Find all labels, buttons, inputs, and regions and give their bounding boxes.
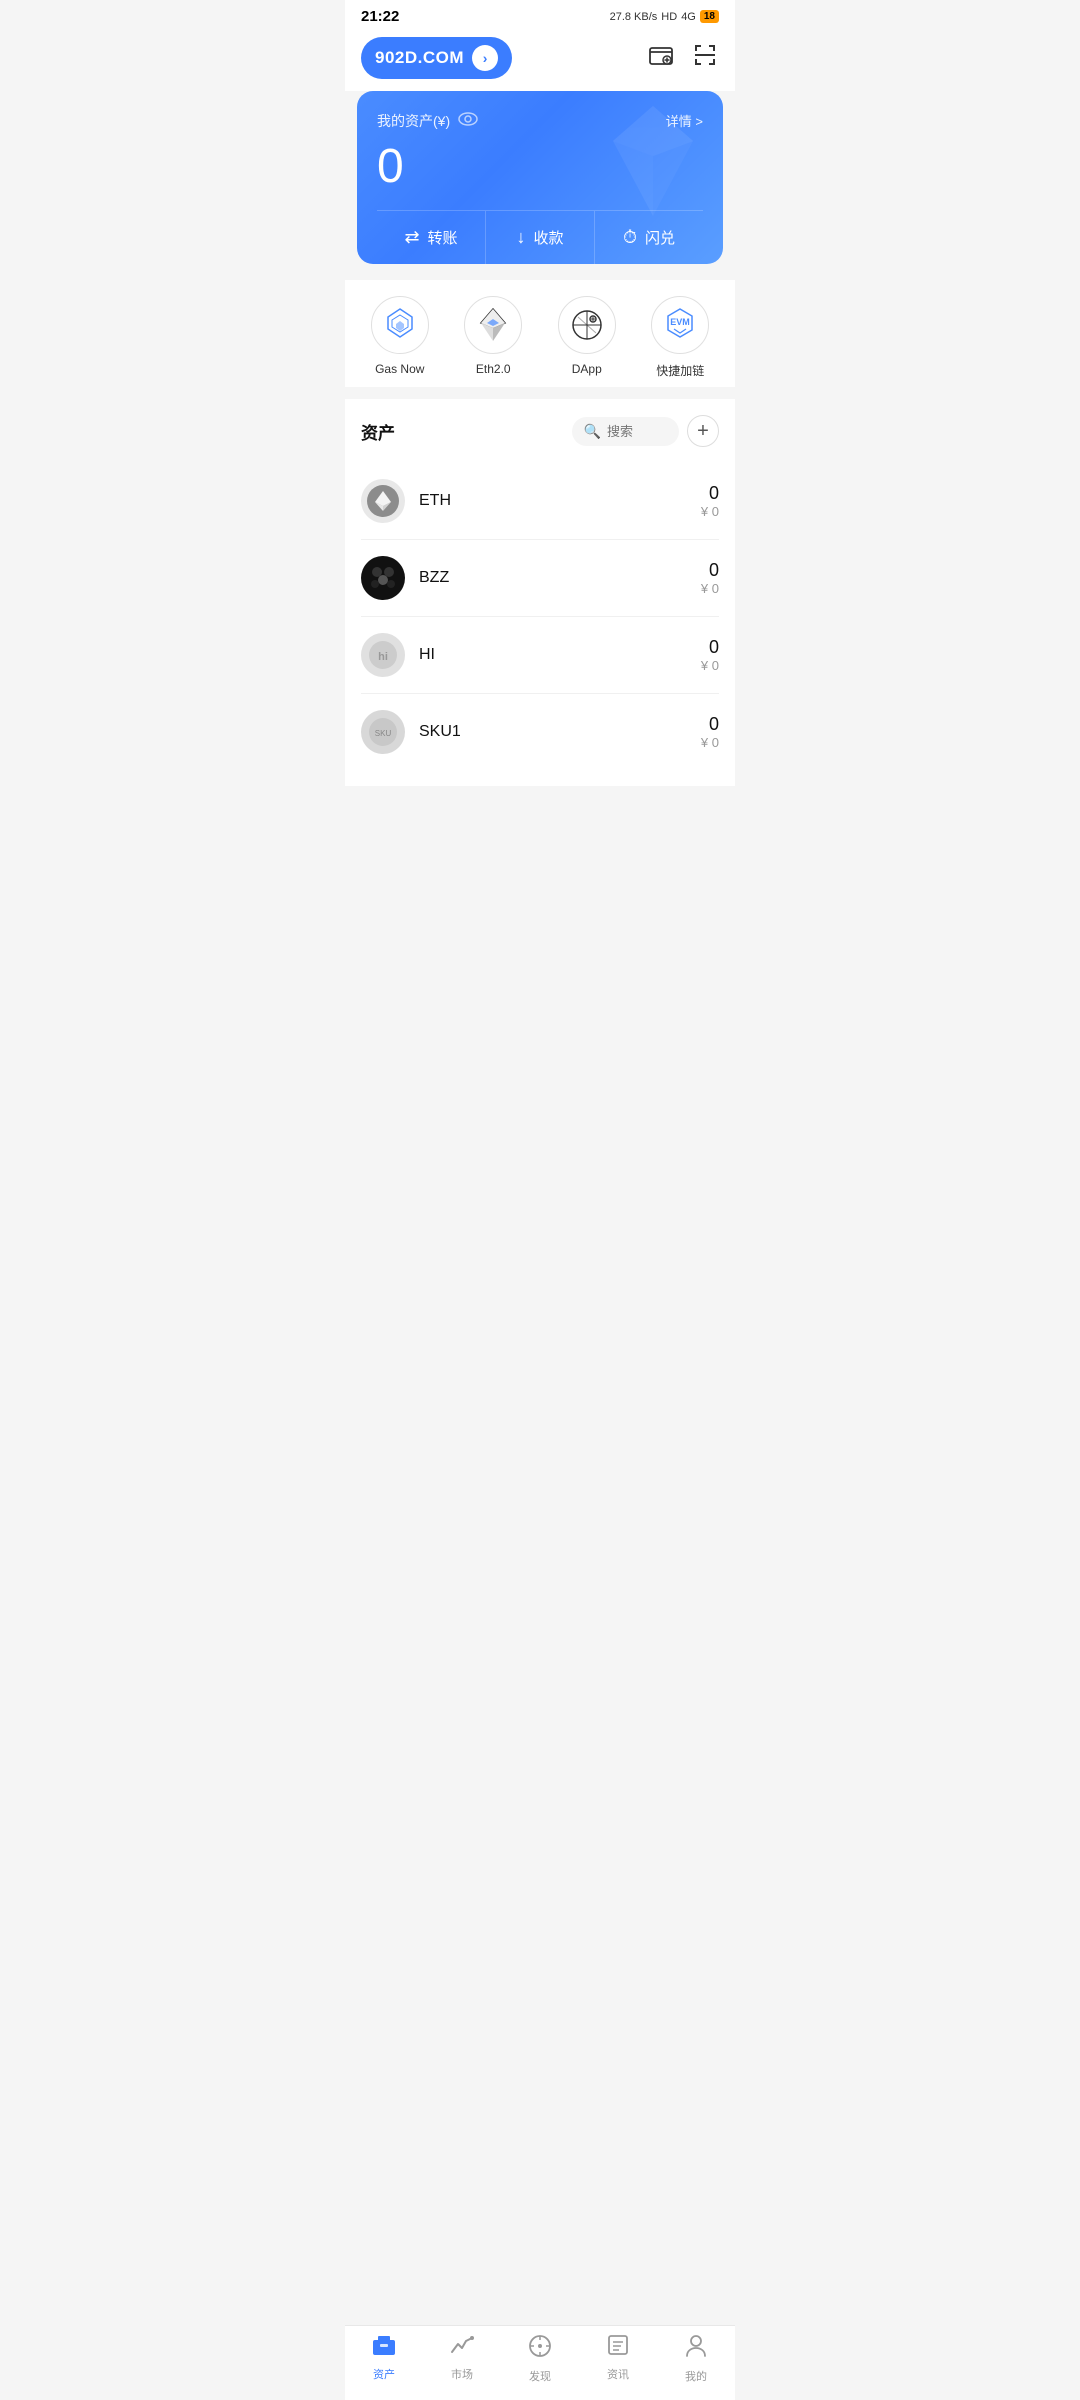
discover-nav-label: 发现 [529,2368,551,2384]
eth2-icon-circle [464,296,522,354]
sku1-balance: 0 ¥ 0 [701,714,719,750]
bzz-balance: 0 ¥ 0 [701,560,719,596]
nav-item-assets[interactable]: 资产 [354,2334,414,2384]
hi-name: HI [419,646,701,664]
asset-list-item[interactable]: BZZ 0 ¥ 0 [361,540,719,617]
scan-icon[interactable] [691,41,719,76]
gas-now-label: Gas Now [375,362,424,376]
asset-list-item[interactable]: SKU SKU1 0 ¥ 0 [361,694,719,770]
news-nav-label: 资讯 [607,2366,629,2382]
status-icons: 27.8 KB/s HD 4G 18 [610,10,719,23]
speed-indicator: 27.8 KB/s [610,11,658,23]
sku1-name: SKU1 [419,723,701,741]
assets-nav-label: 资产 [373,2366,395,2382]
swap-label: 闪兑 [645,227,675,248]
sku1-avatar: SKU [361,710,405,754]
asset-label-row: 我的资产(¥) [377,111,478,131]
swap-icon: ⏱ [623,227,637,248]
profile-nav-icon [685,2334,707,2364]
brand-name: 902D.COM [375,48,464,68]
quick-item-quick-chain[interactable]: EVM 快捷加链 [651,296,709,379]
asset-list-item[interactable]: ETH 0 ¥ 0 [361,463,719,540]
svg-text:hi: hi [378,651,388,663]
quick-menu: Gas Now Eth2.0 [345,280,735,387]
quick-chain-label: 快捷加链 [656,362,704,379]
quick-item-eth2[interactable]: Eth2.0 [464,296,522,379]
sku1-amount: 0 [701,714,719,735]
header-icons [647,41,719,76]
transfer-action[interactable]: ⇄ 转账 [377,211,485,264]
bzz-cny: ¥ 0 [701,581,719,596]
nav-item-discover[interactable]: 发现 [510,2334,570,2384]
transfer-icon: ⇄ [404,227,419,248]
profile-nav-label: 我的 [685,2368,707,2384]
receive-action[interactable]: ↓ 收款 [485,211,594,264]
wallet-add-icon[interactable] [647,41,675,76]
search-input[interactable] [607,424,667,439]
assets-nav-icon [372,2334,396,2362]
discover-nav-icon [528,2334,552,2364]
gas-now-icon-circle [371,296,429,354]
market-nav-icon [450,2334,474,2362]
assets-section: 资产 🔍 + ETH 0 ¥ 0 [345,399,735,786]
signal-indicator: 4G [681,11,696,23]
receive-icon: ↓ [516,227,525,248]
eth-name: ETH [419,492,701,510]
eye-icon[interactable] [458,112,478,131]
sku1-cny: ¥ 0 [701,735,719,750]
svg-text:SKU: SKU [375,729,392,738]
add-asset-button[interactable]: + [687,415,719,447]
receive-label: 收款 [533,227,563,248]
dapp-label: DApp [572,362,602,376]
svg-text:EVM: EVM [670,317,690,327]
battery-indicator: 18 [700,10,719,23]
asset-card: 我的资产(¥) 详情 > 0 ⇄ 转账 [357,91,723,264]
search-input-wrap[interactable]: 🔍 [572,417,679,446]
assets-header: 资产 🔍 + [361,415,719,447]
header: 902D.COM › [345,29,735,91]
eth2-label: Eth2.0 [476,362,511,376]
status-time: 21:22 [361,8,399,25]
brand-pill[interactable]: 902D.COM › [361,37,512,79]
status-bar: 21:22 27.8 KB/s HD 4G 18 [345,0,735,29]
nav-item-news[interactable]: 资讯 [588,2334,648,2384]
bzz-avatar [361,556,405,600]
news-nav-icon [607,2334,629,2362]
bzz-name: BZZ [419,569,701,587]
eth-avatar [361,479,405,523]
hi-avatar: hi [361,633,405,677]
quick-chain-icon-circle: EVM [651,296,709,354]
eth-cny: ¥ 0 [701,504,719,519]
nav-item-market[interactable]: 市场 [432,2334,492,2384]
transfer-label: 转账 [428,227,458,248]
market-nav-label: 市场 [451,2366,473,2382]
brand-arrow-icon: › [472,45,498,71]
assets-title: 资产 [361,419,395,444]
asset-list-item[interactable]: hi HI 0 ¥ 0 [361,617,719,694]
quick-item-dapp[interactable]: DApp [558,296,616,379]
hi-balance: 0 ¥ 0 [701,637,719,673]
bzz-amount: 0 [701,560,719,581]
bottom-nav: 资产 市场 发现 [345,2325,735,2400]
hi-amount: 0 [701,637,719,658]
nav-item-profile[interactable]: 我的 [666,2334,726,2384]
hd-badge: HD [661,11,677,23]
eth-balance: 0 ¥ 0 [701,483,719,519]
asset-label: 我的资产(¥) [377,111,450,131]
eth-amount: 0 [701,483,719,504]
dapp-icon-circle [558,296,616,354]
search-bar: 🔍 + [572,415,719,447]
hi-cny: ¥ 0 [701,658,719,673]
search-icon: 🔍 [584,423,601,440]
quick-item-gas-now[interactable]: Gas Now [371,296,429,379]
eth-watermark [603,101,703,226]
